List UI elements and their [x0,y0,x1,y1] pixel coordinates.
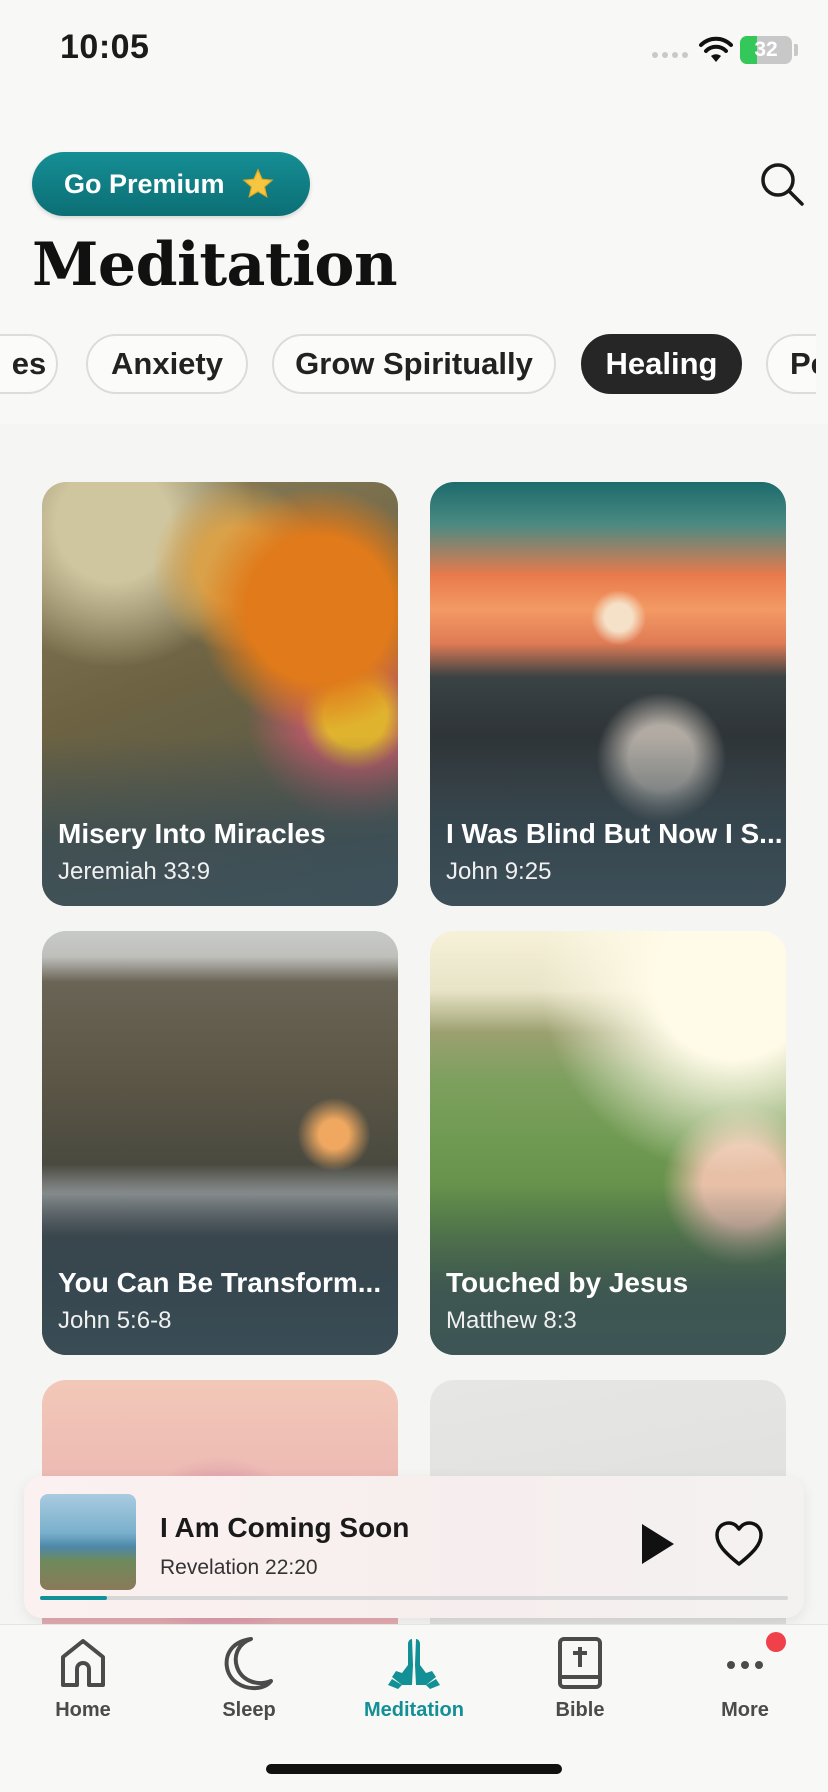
card-title: I Was Blind But Now I S... [446,818,783,849]
battery-level: 32 [754,38,778,61]
tab-bible[interactable]: Bible [497,1625,663,1735]
playback-progress[interactable] [40,1596,788,1600]
status-bar: 10:05 32 [0,0,828,100]
status-time: 10:05 [60,28,150,66]
meditation-grid: Misery Into Miracles Jeremiah 33:9 I Was… [0,424,828,1792]
star-icon [242,168,274,198]
moon-icon [224,1637,273,1690]
meditation-card[interactable]: I Was Blind But Now I S... John 9:25 [430,482,786,906]
playback-progress-fill [40,1596,108,1600]
home-indicator[interactable] [266,1764,562,1774]
chip-grow-spiritually[interactable]: Grow Spiritually [272,334,556,394]
more-icon [727,1661,763,1669]
tab-label: Meditation [364,1699,464,1721]
page-title: Meditation [32,230,398,300]
card-verse: John 5:6-8 [58,1307,172,1334]
tab-label: Home [55,1699,111,1721]
chip-partial-left[interactable]: es [0,334,58,394]
tab-sleep[interactable]: Sleep [166,1625,332,1735]
chip-partial-right[interactable]: Pe [766,334,816,394]
tab-more[interactable]: More [662,1625,828,1735]
now-playing-verse: Revelation 22:20 [160,1556,318,1579]
tab-label: Sleep [222,1699,276,1721]
cellular-signal-icon [652,52,688,58]
tab-label: More [721,1699,769,1721]
now-playing-title: I Am Coming Soon [160,1512,410,1543]
tab-label: Bible [555,1699,605,1721]
card-title: Misery Into Miracles [58,818,326,849]
meditation-card[interactable]: You Can Be Transform... John 5:6-8 [42,931,398,1355]
now-playing-artwork [40,1494,136,1590]
wifi-icon [699,36,733,62]
chip-anxiety[interactable]: Anxiety [86,334,248,394]
notification-badge [766,1632,786,1652]
mini-player[interactable]: I Am Coming Soon Revelation 22:20 [24,1476,804,1618]
card-verse: Matthew 8:3 [446,1307,577,1334]
go-premium-label: Go Premium [64,168,225,199]
go-premium-button[interactable]: Go Premium [32,152,310,216]
bible-icon [558,1637,602,1689]
category-chips: es Anxiety Grow Spiritually Healing Pe [0,334,816,396]
card-title: You Can Be Transform... [58,1267,382,1298]
chip-healing[interactable]: Healing [581,334,742,394]
card-title: Touched by Jesus [446,1267,689,1298]
card-verse: Jeremiah 33:9 [58,858,211,885]
search-icon[interactable] [758,160,806,208]
play-icon[interactable] [638,1522,678,1566]
tab-home[interactable]: Home [0,1625,166,1735]
home-icon [61,1639,105,1687]
heart-icon[interactable] [714,1520,764,1568]
meditation-card[interactable]: Touched by Jesus Matthew 8:3 [430,931,786,1355]
tab-meditation[interactable]: Meditation [331,1625,497,1735]
card-verse: John 9:25 [446,858,552,885]
praying-hands-icon [388,1639,440,1689]
battery-icon: 32 [740,36,792,64]
meditation-card[interactable]: Misery Into Miracles Jeremiah 33:9 [42,482,398,906]
